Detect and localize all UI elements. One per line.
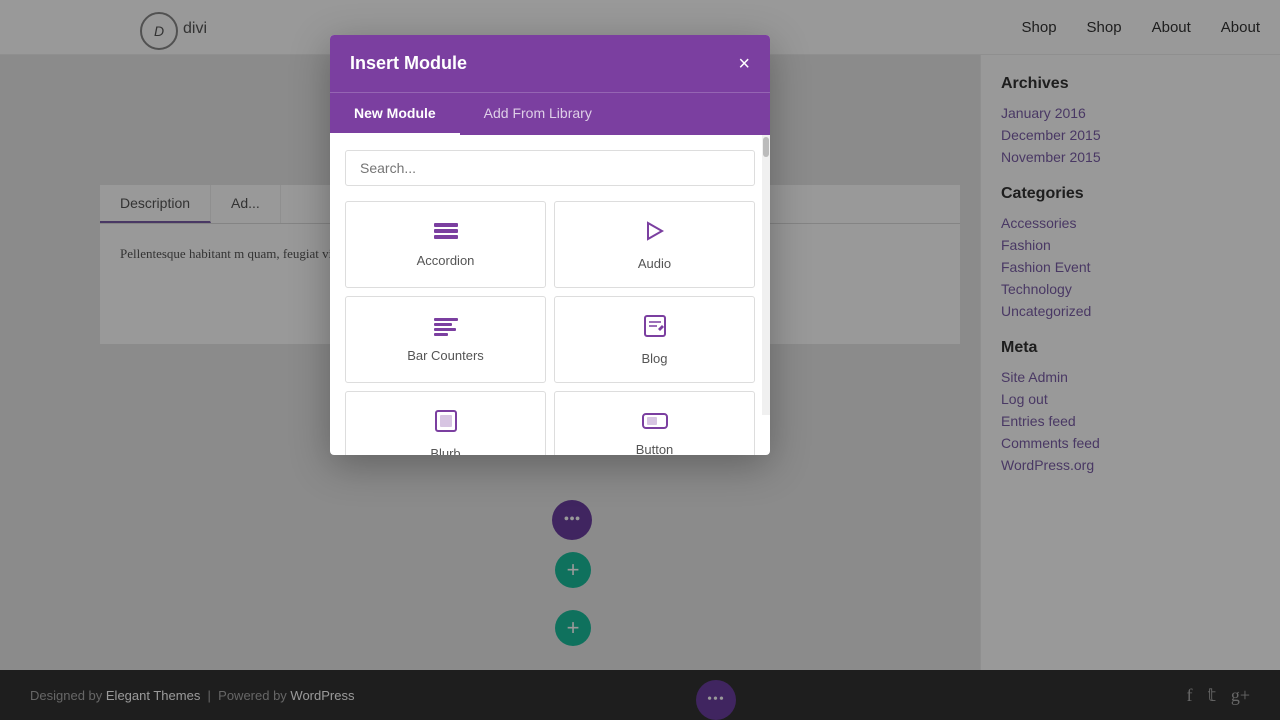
blog-label: Blog: [641, 351, 667, 366]
modal-close-button[interactable]: ×: [738, 54, 750, 74]
module-search-input[interactable]: [345, 150, 755, 186]
bar-counters-label: Bar Counters: [407, 348, 484, 363]
module-audio[interactable]: Audio: [554, 201, 755, 288]
blurb-icon: [433, 408, 459, 438]
modal-body: Accordion Audio: [330, 135, 770, 455]
blurb-label: Blurb: [430, 446, 460, 455]
blog-icon: [642, 313, 668, 343]
audio-label: Audio: [638, 256, 671, 271]
insert-module-modal: Insert Module × New Module Add From Libr…: [330, 35, 770, 455]
module-blog[interactable]: Blog: [554, 296, 755, 383]
button-label: Button: [636, 442, 674, 455]
module-button[interactable]: Button: [554, 391, 755, 455]
button-icon: [641, 412, 669, 434]
modal-tab-new-module[interactable]: New Module: [330, 93, 460, 135]
modal-header: Insert Module ×: [330, 35, 770, 92]
module-blurb[interactable]: Blurb: [345, 391, 546, 455]
module-accordion[interactable]: Accordion: [345, 201, 546, 288]
audio-icon: [642, 218, 668, 248]
bar-counters-icon: [432, 316, 460, 340]
accordion-label: Accordion: [417, 253, 475, 268]
module-grid: Accordion Audio: [345, 201, 755, 455]
modal-title: Insert Module: [350, 53, 467, 74]
modal-tab-bar: New Module Add From Library: [330, 92, 770, 135]
module-bar-counters[interactable]: Bar Counters: [345, 296, 546, 383]
modal-tab-library[interactable]: Add From Library: [460, 93, 616, 135]
accordion-icon: [432, 221, 460, 245]
